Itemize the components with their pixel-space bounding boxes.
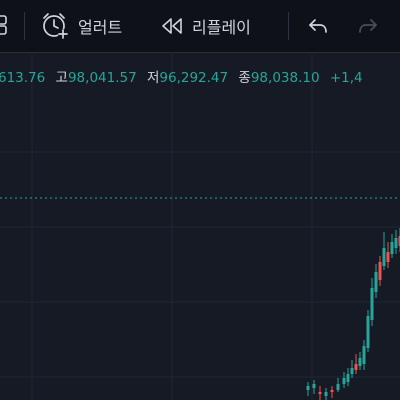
candle-body — [366, 316, 370, 348]
low-value: 96,292.47 — [159, 70, 229, 86]
candle-body — [336, 384, 340, 390]
candle-body — [318, 392, 322, 394]
rewind-icon — [160, 15, 186, 37]
high-label: 고 — [55, 70, 68, 86]
square-icon[interactable] — [0, 13, 10, 37]
replay-label: 리플레이 — [192, 18, 251, 37]
close-value: 98,038.10 — [250, 70, 320, 86]
low-label: 저 — [146, 70, 160, 86]
candle-body — [374, 272, 378, 292]
top-toolbar: 얼러트 리플레이 — [0, 0, 400, 53]
alert-label: 얼러트 — [78, 18, 123, 37]
candle-body — [330, 390, 334, 392]
high-value: 98,041.57 — [67, 70, 137, 86]
replay-button[interactable]: 리플레이 — [160, 10, 251, 42]
candle-body — [358, 358, 362, 366]
price-chart[interactable] — [0, 52, 400, 400]
candle-body — [306, 386, 310, 390]
candle-body — [342, 378, 346, 384]
alarm-clock-plus-icon — [40, 11, 70, 41]
candle-body — [362, 346, 366, 364]
candle-body — [382, 248, 386, 266]
close-label: 종 — [238, 70, 251, 86]
alert-button[interactable]: 얼러트 — [40, 10, 122, 42]
candle-body — [350, 368, 354, 374]
change-value: +1,4 — [329, 70, 363, 86]
ohlc-legend: 613.76 고98,041.57 저96,292.47 종98,038.10 … — [0, 66, 400, 90]
candle-body — [386, 252, 390, 262]
toolbar-separator — [24, 12, 25, 40]
undo-button[interactable] — [306, 14, 330, 42]
candle-body — [354, 364, 358, 370]
candle-body — [378, 262, 382, 280]
candle-body — [312, 384, 316, 388]
candle-body — [370, 288, 374, 320]
open-value: 613.76 — [0, 70, 46, 86]
redo-arrow-icon — [356, 14, 380, 42]
toolbar-separator — [288, 12, 289, 40]
candle-body — [390, 242, 394, 254]
undo-arrow-icon — [306, 14, 330, 42]
candle-body — [324, 392, 328, 396]
candle-body — [346, 374, 350, 382]
redo-button[interactable] — [356, 14, 380, 42]
candle-body — [394, 238, 398, 248]
candles-group — [306, 228, 400, 400]
